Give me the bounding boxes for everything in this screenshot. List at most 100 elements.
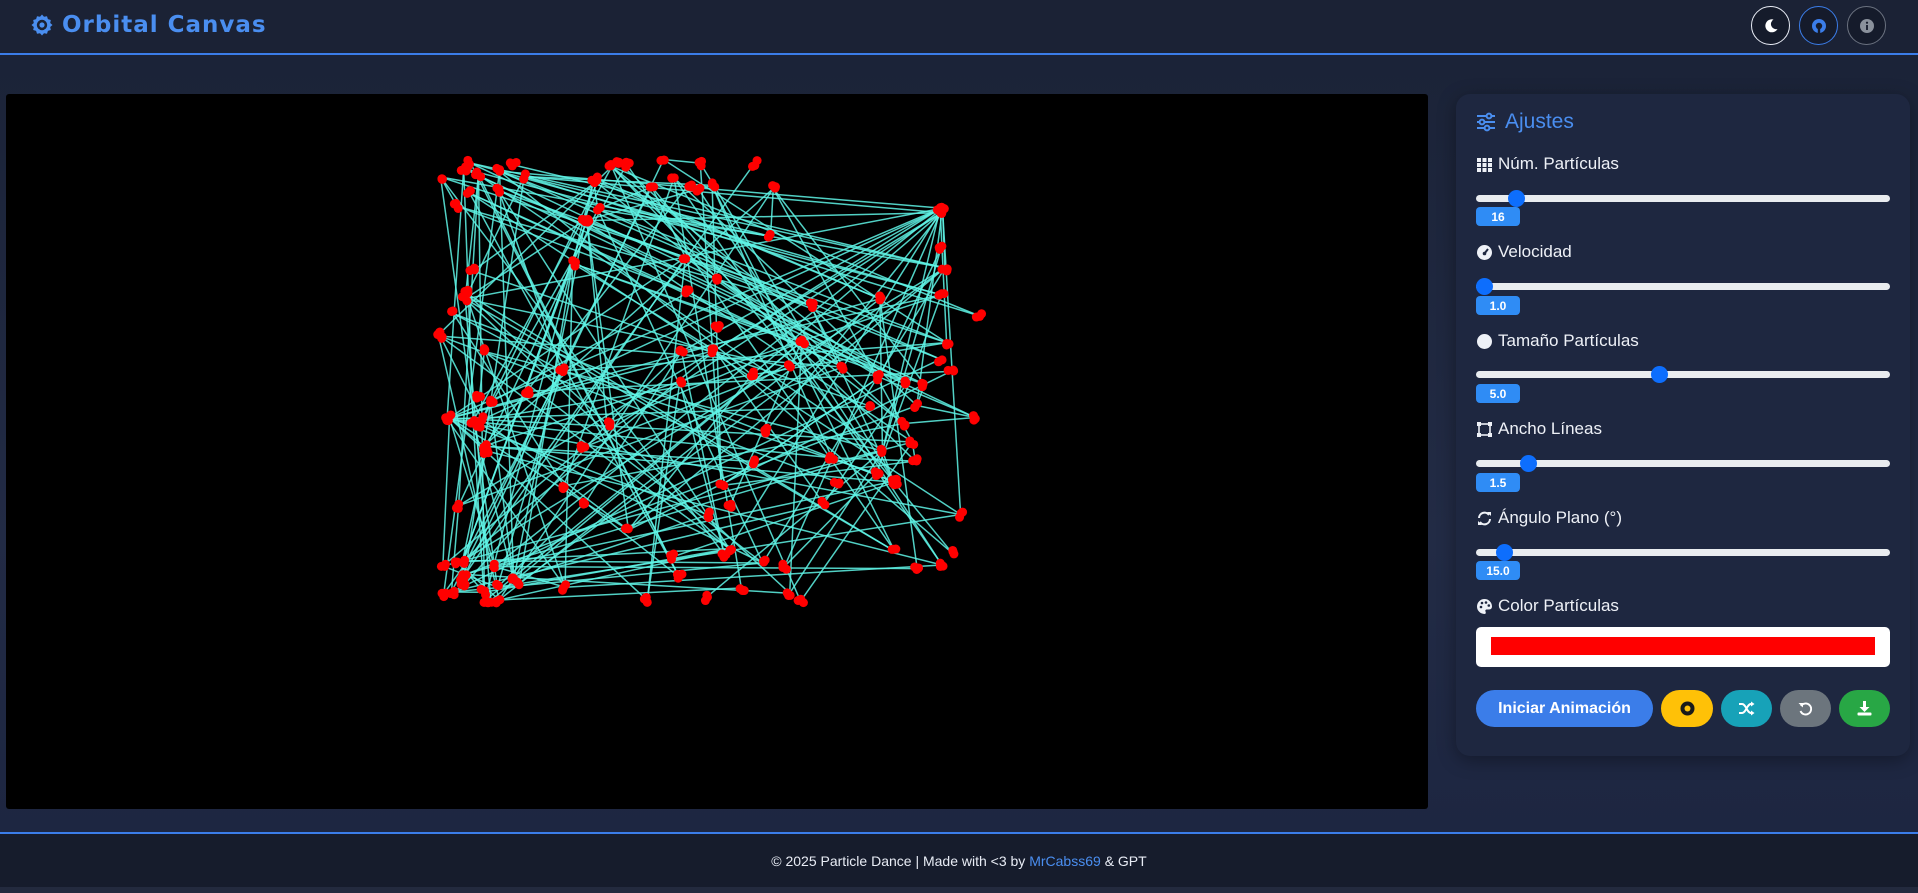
particle xyxy=(446,589,456,599)
download-icon xyxy=(1857,701,1872,716)
particle-color-label: Color Partículas xyxy=(1476,596,1619,616)
particle-size-slider[interactable] xyxy=(1476,366,1890,383)
plane-angle-thumb[interactable] xyxy=(1495,544,1513,561)
particle-count-slider[interactable] xyxy=(1476,190,1890,207)
line-width-thumb[interactable] xyxy=(1519,455,1537,472)
particle-size-thumb[interactable] xyxy=(1651,366,1669,383)
particle xyxy=(834,478,844,488)
moon-icon xyxy=(1764,18,1777,32)
brand[interactable]: Orbital Canvas xyxy=(30,11,267,39)
line-width-value: 1.5 xyxy=(1476,473,1520,492)
particle xyxy=(866,401,876,411)
particle-size-label: Tamaño Partículas xyxy=(1476,331,1639,351)
settings-panel: Ajustes Núm. Partículas 16 Velocidad 1.0 xyxy=(1456,94,1910,756)
particle xyxy=(461,162,471,172)
particle xyxy=(606,159,616,169)
particle-scene xyxy=(433,155,987,608)
theme-toggle-button[interactable] xyxy=(1751,6,1790,45)
particle xyxy=(942,338,952,348)
line-width-slider[interactable] xyxy=(1476,455,1890,472)
particle xyxy=(890,475,900,485)
particle xyxy=(492,579,502,589)
gauge-icon xyxy=(1477,244,1492,260)
speed-thumb[interactable] xyxy=(1476,278,1493,295)
particle xyxy=(495,187,505,197)
sliders-icon xyxy=(1477,112,1495,132)
particle xyxy=(793,595,803,605)
particle xyxy=(875,295,885,305)
particle-color-swatch xyxy=(1491,637,1875,655)
particle xyxy=(710,321,720,331)
particle xyxy=(620,524,630,534)
particle xyxy=(871,471,881,481)
particle xyxy=(667,173,677,183)
particle xyxy=(659,155,669,165)
particle xyxy=(909,439,919,449)
particle xyxy=(825,451,835,461)
particle xyxy=(489,562,499,572)
plane-angle-slider[interactable] xyxy=(1476,544,1890,561)
particle xyxy=(807,303,817,313)
record-button[interactable] xyxy=(1661,690,1713,727)
particle xyxy=(912,399,922,409)
circle-icon xyxy=(1477,333,1492,349)
particle xyxy=(589,178,599,188)
particle xyxy=(700,596,710,606)
particle xyxy=(465,266,475,276)
plane-angle-value: 15.0 xyxy=(1476,561,1520,580)
particle xyxy=(471,170,481,180)
particle xyxy=(697,156,707,166)
connection-line xyxy=(916,404,976,419)
start-animation-button[interactable]: Iniciar Animación xyxy=(1476,690,1653,727)
particle xyxy=(476,392,486,402)
particle-count-label-text: Núm. Partículas xyxy=(1498,154,1619,173)
particle xyxy=(759,557,769,567)
github-button[interactable] xyxy=(1799,6,1838,45)
shuffle-button[interactable] xyxy=(1721,690,1772,727)
info-button[interactable] xyxy=(1847,6,1886,45)
particle xyxy=(592,205,602,215)
particle xyxy=(948,545,958,555)
particle xyxy=(507,161,517,171)
particle xyxy=(778,559,788,569)
particle-color-picker[interactable] xyxy=(1476,627,1890,667)
particle xyxy=(453,503,463,513)
line-width-label: Ancho Líneas xyxy=(1476,419,1602,439)
particle xyxy=(466,418,476,428)
particle xyxy=(935,558,945,568)
particle xyxy=(917,378,927,388)
particle xyxy=(677,378,687,388)
particle xyxy=(558,367,568,377)
particle xyxy=(717,549,727,559)
particle xyxy=(483,597,493,607)
reset-button[interactable] xyxy=(1780,690,1831,727)
particle xyxy=(480,586,490,596)
particle xyxy=(937,355,947,365)
particle xyxy=(725,546,735,556)
speed-slider[interactable] xyxy=(1476,278,1890,295)
particle-count-thumb[interactable] xyxy=(1507,190,1525,207)
particle-color-label-text: Color Partículas xyxy=(1498,596,1619,615)
particle xyxy=(739,586,749,596)
particle xyxy=(512,577,522,587)
particle xyxy=(603,417,613,427)
particle xyxy=(726,499,736,509)
particle xyxy=(479,346,489,356)
particle xyxy=(558,585,568,595)
footer-author-link[interactable]: MrCabss69 xyxy=(1029,853,1101,869)
atom-gear-icon xyxy=(31,14,53,36)
particle xyxy=(681,254,691,264)
particle xyxy=(465,186,475,196)
footer-suffix: & GPT xyxy=(1104,852,1147,869)
particle xyxy=(580,217,590,227)
particle xyxy=(704,513,714,523)
particle xyxy=(887,544,897,554)
particle xyxy=(977,309,987,319)
particle-canvas[interactable] xyxy=(6,94,1428,809)
bottom-strip xyxy=(0,887,1918,893)
particle xyxy=(912,454,922,464)
download-button[interactable] xyxy=(1839,690,1890,727)
particle-size-label-text: Tamaño Partículas xyxy=(1498,331,1639,350)
speed-label: Velocidad xyxy=(1476,242,1572,262)
speed-value: 1.0 xyxy=(1476,296,1520,315)
